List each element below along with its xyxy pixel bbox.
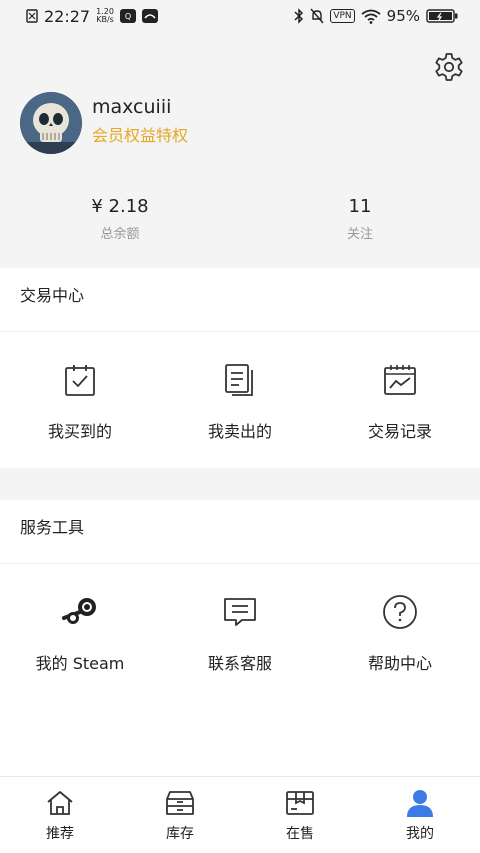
balance-label: 总余额	[100, 227, 140, 242]
service-tools-card: 服务工具 我的 Steam 联系客服 帮助中心	[0, 500, 480, 776]
nav-recommend[interactable]: 推荐	[0, 777, 120, 853]
help-center-label: 帮助中心	[367, 654, 432, 673]
bluetooth-icon	[294, 8, 304, 24]
documents-icon	[220, 360, 260, 400]
sold-label: 我卖出的	[207, 422, 272, 441]
status-right: VPN 95%	[294, 7, 458, 25]
my-steam-button[interactable]: 我的 Steam	[0, 564, 160, 674]
my-steam-label: 我的 Steam	[35, 654, 125, 673]
wifi-icon	[361, 9, 381, 24]
nav-inventory-label: 库存	[166, 826, 194, 842]
balance-stat[interactable]: ¥ 2.18 总余额	[20, 196, 220, 242]
status-time: 22:27	[44, 6, 91, 26]
mute-bell-icon	[310, 8, 324, 24]
clipboard-check-icon	[60, 360, 100, 400]
status-bar: 22:27 1.20 KB/s Q VPN 95%	[0, 0, 480, 32]
message-notification-icon	[141, 9, 158, 23]
follow-label: 关注	[346, 227, 373, 242]
trade-center-grid: 我买到的 我卖出的 交易记录	[0, 332, 480, 442]
home-icon	[44, 787, 76, 819]
trade-center-title: 交易中心	[0, 268, 480, 332]
nav-recommend-label: 推荐	[46, 826, 74, 842]
trade-center-card: 交易中心 我买到的 我卖出的 交易记录	[0, 268, 480, 468]
svg-text:Q: Q	[125, 12, 131, 21]
calendar-chart-icon	[380, 360, 420, 400]
bought-button[interactable]: 我买到的	[0, 332, 160, 442]
contact-support-button[interactable]: 联系客服	[160, 564, 320, 674]
nav-on-sale[interactable]: 在售	[240, 777, 360, 853]
avatar[interactable]	[20, 92, 82, 154]
nav-mine[interactable]: 我的	[360, 777, 480, 853]
nav-on-sale-label: 在售	[286, 826, 314, 842]
app-notification-icon: Q	[119, 9, 136, 23]
gear-icon	[433, 51, 465, 87]
help-icon	[380, 592, 420, 632]
bought-label: 我买到的	[47, 422, 112, 441]
help-center-button[interactable]: 帮助中心	[320, 564, 480, 674]
username: maxcuiii	[92, 96, 172, 118]
service-tools-grid: 我的 Steam 联系客服 帮助中心	[0, 564, 480, 674]
follow-stat[interactable]: 11 关注	[260, 196, 460, 242]
contact-support-label: 联系客服	[207, 654, 272, 673]
status-left: 22:27 1.20 KB/s Q	[26, 7, 158, 26]
balance-value: ¥ 2.18	[91, 196, 149, 217]
battery-icon	[426, 9, 458, 23]
network-speed-unit: KB/s	[96, 15, 114, 24]
vip-privileges-link[interactable]: 会员权益特权	[92, 122, 188, 146]
sim-icon	[26, 9, 38, 23]
nav-mine-label: 我的	[406, 826, 434, 842]
vpn-badge: VPN	[330, 9, 355, 23]
settings-button[interactable]	[432, 52, 466, 86]
profile-header: maxcuiii 会员权益特权 ¥ 2.18 总余额 11 关注	[0, 32, 480, 268]
user-icon	[404, 787, 436, 819]
box-icon	[284, 787, 316, 819]
trade-records-button[interactable]: 交易记录	[320, 332, 480, 442]
service-tools-title: 服务工具	[0, 500, 480, 564]
trade-records-label: 交易记录	[367, 422, 432, 441]
chat-icon	[220, 592, 260, 632]
nav-inventory[interactable]: 库存	[120, 777, 240, 853]
inventory-icon	[164, 787, 196, 819]
sold-button[interactable]: 我卖出的	[160, 332, 320, 442]
battery-percent: 95%	[386, 7, 420, 25]
follow-value: 11	[348, 196, 372, 217]
bottom-nav: 推荐 库存 在售 我的	[0, 776, 480, 853]
steam-icon	[60, 592, 100, 632]
network-speed: 1.20 KB/s	[96, 8, 114, 24]
